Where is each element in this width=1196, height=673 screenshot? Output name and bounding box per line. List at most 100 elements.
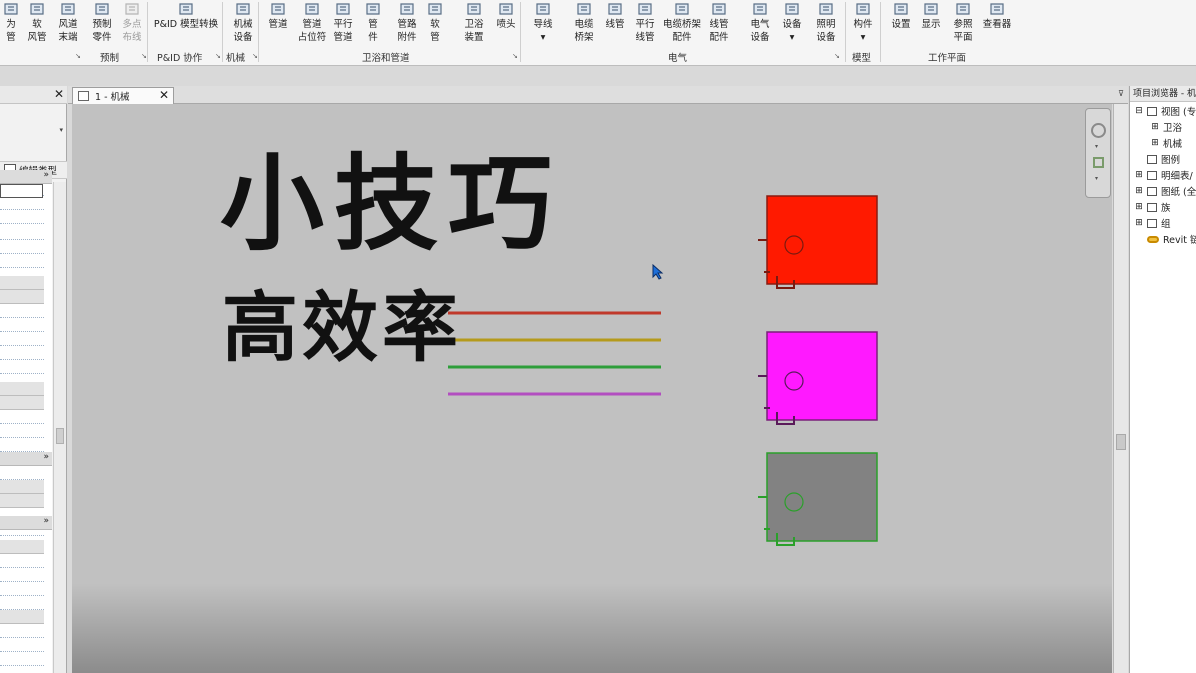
- property-row[interactable]: [0, 568, 44, 582]
- browser-revit-links[interactable]: Revit 链: [1134, 232, 1196, 246]
- property-row[interactable]: [0, 304, 44, 318]
- browser-mechanical[interactable]: ⊞ 机械: [1150, 136, 1182, 150]
- property-section-collapse-icon[interactable]: »: [0, 170, 52, 184]
- property-row[interactable]: [0, 332, 44, 346]
- property-row[interactable]: [0, 240, 44, 254]
- browser-views[interactable]: ⊟ 视图 (专: [1134, 104, 1196, 118]
- tool-cable-tray-button[interactable]: 电缆 桥架: [570, 0, 598, 50]
- property-row[interactable]: [0, 360, 44, 374]
- property-row[interactable]: [0, 424, 44, 438]
- hvac-panel-launcher-icon[interactable]: ↘: [75, 52, 81, 60]
- property-row[interactable]: [0, 254, 44, 268]
- view-scroll-thumb[interactable]: [1116, 434, 1126, 450]
- tool-sprinkler-button[interactable]: 喷头: [494, 0, 518, 50]
- browser-schedules[interactable]: ⊞ 明细表/: [1134, 168, 1193, 182]
- tool-parallel-conduits-button[interactable]: 平行 线管: [632, 0, 658, 50]
- property-row[interactable]: [0, 652, 44, 666]
- tree-toggle-icon[interactable]: ⊞: [1150, 122, 1160, 132]
- panel-prefab-launcher-icon[interactable]: ↘: [141, 52, 147, 60]
- tool-cable-tray-fitting-button[interactable]: 电缆桥架 配件: [662, 0, 702, 50]
- property-row[interactable]: [0, 540, 44, 554]
- property-row[interactable]: [0, 318, 44, 332]
- tool-pipe-accessory-button[interactable]: 管路 附件: [392, 0, 422, 50]
- red-equipment-box[interactable]: [758, 195, 878, 289]
- tool-flex-pipe-button[interactable]: 软管: [424, 0, 446, 50]
- tool-show-button[interactable]: 显示: [918, 0, 944, 50]
- property-row[interactable]: [0, 466, 44, 480]
- panel-mechanical-launcher-icon[interactable]: ↘: [252, 52, 258, 60]
- tool-conduit-fitting-button[interactable]: 线管 配件: [706, 0, 732, 50]
- tree-toggle-icon[interactable]: ⊞: [1150, 138, 1160, 148]
- property-row[interactable]: [0, 624, 44, 638]
- property-row[interactable]: [0, 196, 44, 210]
- panel-plumbing-piping-launcher-icon[interactable]: ↘: [512, 52, 518, 60]
- tool-viewer-button[interactable]: 查看器: [980, 0, 1014, 50]
- tool-pipe-fitting-button[interactable]: 管件: [362, 0, 384, 50]
- properties-close-icon[interactable]: ✕: [54, 87, 64, 101]
- tool-partial-button[interactable]: 为管: [0, 0, 22, 50]
- browser-plumbing[interactable]: ⊞ 卫浴: [1150, 120, 1182, 134]
- tree-toggle-icon[interactable]: ⊞: [1134, 170, 1144, 180]
- browser-legends[interactable]: 图例: [1134, 152, 1180, 166]
- tool-pipe-button[interactable]: 管道: [266, 0, 290, 50]
- tool-conduit-button[interactable]: 线管: [602, 0, 628, 50]
- tool-lighting-fixture-button[interactable]: 照明 设备: [812, 0, 840, 50]
- tool-parallel-pipes-button[interactable]: 平行 管道: [330, 0, 356, 50]
- property-row[interactable]: [0, 290, 44, 304]
- property-section-collapse-icon[interactable]: »: [0, 516, 52, 530]
- panel-electrical-launcher-icon[interactable]: ↘: [834, 52, 840, 60]
- tool-pid-model-convert-button[interactable]: P&ID 模型转换: [150, 0, 222, 50]
- property-row[interactable]: [0, 226, 44, 240]
- tool-mechanical-equipment-button[interactable]: 机械 设备: [228, 0, 258, 50]
- property-row[interactable]: [0, 554, 44, 568]
- property-row[interactable]: [0, 638, 44, 652]
- drawing-canvas[interactable]: 小技巧 高效率: [72, 104, 1112, 673]
- property-row[interactable]: [0, 610, 44, 624]
- tool-wire-button[interactable]: 导线 ▾: [528, 0, 558, 50]
- property-row[interactable]: [0, 596, 44, 610]
- browser-groups[interactable]: ⊞ 组: [1134, 216, 1171, 230]
- tree-toggle-icon[interactable]: ⊞: [1134, 202, 1144, 212]
- view-tab-mechanical[interactable]: 1 - 机械 ✕: [72, 87, 174, 104]
- tool-ref-plane-button[interactable]: 参照 平面: [948, 0, 978, 50]
- property-value-field[interactable]: [0, 184, 43, 198]
- type-selector-dropdown-icon[interactable]: ▾: [59, 126, 63, 134]
- property-row[interactable]: [0, 494, 44, 508]
- tool-fabrication-part-button[interactable]: 预制 零件: [88, 0, 116, 50]
- tool-set-button[interactable]: 设置: [888, 0, 914, 50]
- gray-equipment-box[interactable]: [758, 452, 878, 546]
- tool-device-button[interactable]: 设备 ▾: [780, 0, 804, 50]
- tab-overflow-icon[interactable]: ⊽: [1118, 89, 1124, 98]
- property-row[interactable]: [0, 210, 44, 224]
- properties-scroll-thumb[interactable]: [56, 428, 64, 444]
- property-row[interactable]: [0, 382, 44, 396]
- properties-scrollbar[interactable]: [53, 182, 66, 673]
- browser-families[interactable]: ⊞ 族: [1134, 200, 1171, 214]
- tree-toggle-icon[interactable]: ⊞: [1134, 186, 1144, 196]
- steering-wheel-dropdown-icon[interactable]: ▾: [1095, 143, 1098, 150]
- view-tab-close-icon[interactable]: ✕: [159, 88, 169, 102]
- tool-pipe-placeholder-button[interactable]: 管道 占位符: [296, 0, 328, 50]
- tool-electrical-equipment-button[interactable]: 电气 设备: [746, 0, 774, 50]
- property-row[interactable]: [0, 346, 44, 360]
- view-vertical-scrollbar[interactable]: [1113, 104, 1128, 673]
- tree-toggle-icon[interactable]: ⊞: [1134, 218, 1144, 228]
- zoom-dropdown-icon[interactable]: ▾: [1095, 175, 1098, 182]
- property-row[interactable]: [0, 438, 44, 452]
- tool-component-button[interactable]: 构件 ▾: [850, 0, 876, 50]
- tool-flex-duct-button[interactable]: 软风管: [24, 0, 50, 50]
- property-row[interactable]: [0, 480, 44, 494]
- steering-wheel-icon[interactable]: [1091, 123, 1106, 138]
- property-row[interactable]: [0, 396, 44, 410]
- property-row[interactable]: [0, 410, 44, 424]
- property-row[interactable]: [0, 276, 44, 290]
- browser-sheets[interactable]: ⊞ 图纸 (全: [1134, 184, 1196, 198]
- tool-plumbing-fixture-button[interactable]: 卫浴 装置: [460, 0, 488, 50]
- tool-air-terminal-button[interactable]: 风道 末端: [54, 0, 82, 50]
- magenta-equipment-box[interactable]: [758, 331, 878, 425]
- property-row[interactable]: [0, 582, 44, 596]
- panel-pid-launcher-icon[interactable]: ↘: [215, 52, 221, 60]
- tree-toggle-icon[interactable]: ⊟: [1134, 106, 1144, 116]
- zoom-region-icon[interactable]: [1093, 157, 1104, 168]
- property-section-collapse-icon[interactable]: »: [0, 452, 52, 466]
